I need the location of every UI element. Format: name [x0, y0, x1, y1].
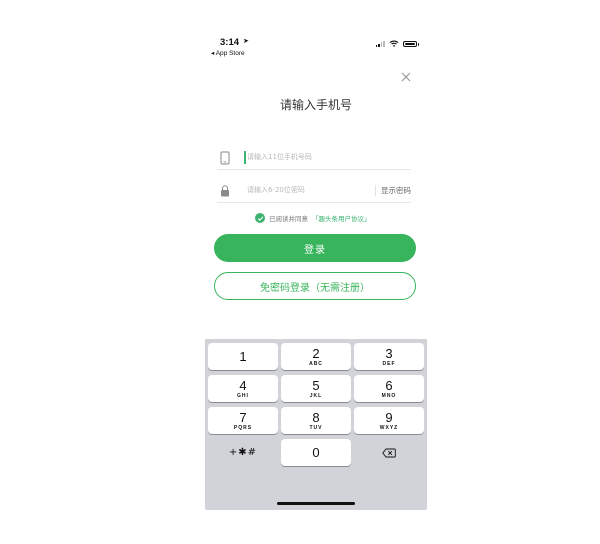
cellular-signal-icon — [375, 40, 385, 47]
numeric-keyboard: 1 2 ABC 3 DEF 4 GHI 5 JKL 6 MNO 7 PQRS 8… — [205, 339, 427, 510]
key-letters: ABC — [309, 360, 323, 367]
user-agreement-link[interactable]: 「趣头条用户协议」 — [312, 213, 371, 223]
key-number: 3 — [385, 345, 393, 361]
key-number: 5 — [312, 377, 320, 393]
system-icons — [375, 40, 419, 47]
key-letters: TUV — [309, 424, 323, 431]
key-number: 9 — [385, 409, 393, 425]
symbols-label: +✱# — [228, 447, 258, 458]
key-number: 1 — [239, 348, 247, 364]
agreement-row: 已阅读并同意 「趣头条用户协议」 — [255, 212, 371, 224]
agreement-checkbox[interactable] — [255, 213, 265, 223]
password-field: 显示密码 — [217, 180, 411, 203]
phone-screen: 3:14 ➤ ◂ App Store 请输入手机号 请输入11位手机号码 显示密… — [205, 30, 427, 510]
key-7[interactable]: 7 PQRS — [208, 407, 278, 434]
key-2[interactable]: 2 ABC — [281, 343, 351, 370]
key-4[interactable]: 4 GHI — [208, 375, 278, 402]
key-number: 7 — [239, 409, 247, 425]
battery-icon — [403, 40, 419, 47]
symbols-key[interactable]: +✱# — [208, 439, 278, 466]
status-bar: 3:14 ➤ ◂ App Store — [205, 30, 427, 58]
key-number: 2 — [312, 345, 320, 361]
key-number: 8 — [312, 409, 320, 425]
key-number: 6 — [385, 377, 393, 393]
key-0[interactable]: 0 — [281, 439, 351, 466]
agreement-text: 已阅读并同意 — [269, 215, 308, 223]
key-9[interactable]: 9 WXYZ — [354, 407, 424, 434]
key-number: 4 — [239, 377, 247, 393]
lock-icon — [221, 185, 229, 197]
login-button[interactable]: 登录 — [214, 234, 416, 262]
show-password-toggle[interactable]: 显示密码 — [381, 185, 411, 196]
key-number: 0 — [312, 444, 320, 460]
key-5[interactable]: 5 JKL — [281, 375, 351, 402]
location-arrow-icon: ➤ — [243, 37, 249, 45]
phone-number-input[interactable] — [247, 149, 367, 165]
phone-number-field — [217, 147, 411, 170]
key-letters: DEF — [382, 360, 396, 367]
field-divider — [375, 185, 376, 196]
key-8[interactable]: 8 TUV — [281, 407, 351, 434]
mobile-phone-icon — [220, 151, 230, 165]
backspace-icon — [382, 448, 396, 457]
back-to-app-store-link[interactable]: ◂ App Store — [211, 49, 245, 57]
status-time: 3:14 — [220, 37, 240, 48]
key-3[interactable]: 3 DEF — [354, 343, 424, 370]
passwordless-login-button[interactable]: 免密码登录（无需注册） — [214, 272, 416, 300]
close-button[interactable] — [398, 69, 414, 85]
key-letters: JKL — [309, 392, 323, 399]
wifi-icon — [389, 40, 399, 47]
key-letters: PQRS — [233, 424, 253, 431]
key-6[interactable]: 6 MNO — [354, 375, 424, 402]
page-title: 请输入手机号 — [279, 98, 352, 112]
password-input[interactable] — [247, 182, 367, 198]
key-letters: MNO — [381, 392, 397, 399]
text-cursor — [244, 151, 246, 164]
key-letters: GHI — [237, 392, 249, 399]
key-letters: WXYZ — [379, 424, 399, 431]
key-1[interactable]: 1 — [208, 343, 278, 370]
close-icon — [401, 72, 411, 82]
home-indicator[interactable] — [277, 502, 355, 505]
checkmark-icon — [257, 215, 263, 221]
delete-key[interactable] — [354, 439, 424, 466]
